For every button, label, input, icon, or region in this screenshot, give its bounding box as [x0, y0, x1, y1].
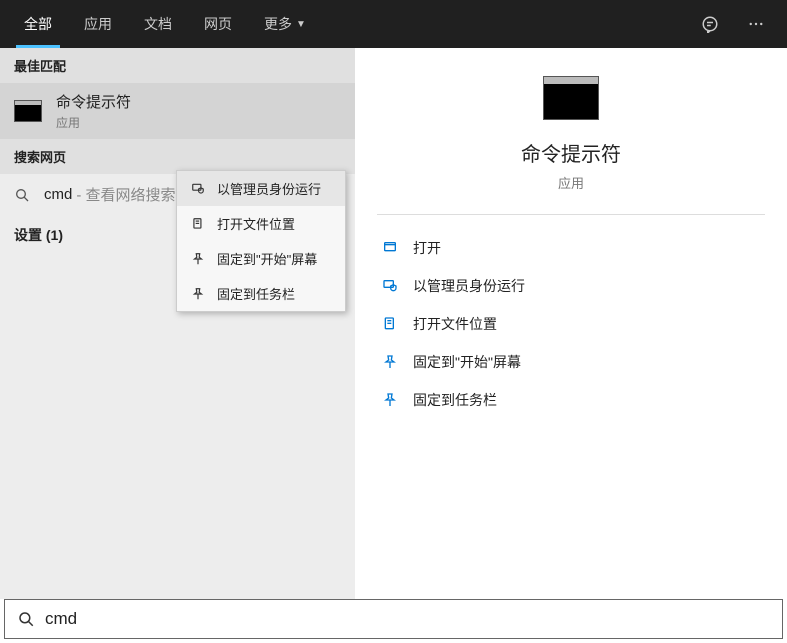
pin-start-icon: [379, 354, 401, 370]
action-run-admin-label: 以管理员身份运行: [413, 276, 525, 296]
detail-header: 命令提示符 应用: [355, 76, 787, 192]
web-hint: - 查看网络搜索结: [76, 184, 190, 205]
feedback-icon[interactable]: [687, 0, 733, 48]
search-bar[interactable]: [4, 599, 783, 639]
cm-pin-start[interactable]: 固定到"开始"屏幕: [177, 241, 345, 276]
top-bar: 全部 应用 文档 网页 更多 ▼: [0, 0, 787, 48]
action-open[interactable]: 打开: [373, 229, 769, 267]
cm-open-location-label: 打开文件位置: [217, 214, 295, 233]
action-pin-taskbar-label: 固定到任务栏: [413, 390, 497, 410]
folder-icon: [189, 217, 207, 231]
detail-panel: 命令提示符 应用 打开 以管理员身份运行 打开文件位置: [355, 48, 787, 599]
detail-title: 命令提示符: [521, 138, 621, 167]
admin-shield-icon: [379, 278, 401, 294]
divider: [377, 214, 765, 215]
section-best-match: 最佳匹配: [0, 48, 355, 83]
detail-subtitle: 应用: [558, 173, 584, 192]
result-subtitle: 应用: [56, 114, 131, 131]
admin-shield-icon: [189, 182, 207, 196]
action-run-admin[interactable]: 以管理员身份运行: [373, 267, 769, 305]
action-pin-taskbar[interactable]: 固定到任务栏: [373, 381, 769, 419]
chevron-down-icon: ▼: [296, 19, 306, 30]
pin-taskbar-icon: [379, 392, 401, 408]
pin-taskbar-icon: [189, 287, 207, 301]
action-open-label: 打开: [413, 238, 441, 258]
cm-run-admin[interactable]: 以管理员身份运行: [177, 171, 345, 206]
detail-actions: 打开 以管理员身份运行 打开文件位置 固定到"开始"屏幕: [355, 225, 787, 423]
open-icon: [379, 240, 401, 256]
tab-all[interactable]: 全部: [8, 0, 68, 48]
action-open-location-label: 打开文件位置: [413, 314, 497, 334]
pin-start-icon: [189, 252, 207, 266]
web-query: cmd: [44, 186, 72, 203]
cm-pin-taskbar-label: 固定到任务栏: [217, 284, 295, 303]
cm-pin-start-label: 固定到"开始"屏幕: [217, 249, 317, 268]
folder-icon: [379, 316, 401, 332]
tab-apps[interactable]: 应用: [68, 0, 128, 48]
result-cmd[interactable]: 命令提示符 应用: [0, 83, 355, 139]
section-search-web: 搜索网页: [0, 139, 355, 174]
search-icon: [17, 610, 35, 628]
context-menu: 以管理员身份运行 打开文件位置 固定到"开始"屏幕 固定到任务栏: [176, 170, 346, 312]
results-panel: 最佳匹配 命令提示符 应用 搜索网页 cmd - 查看网络搜索结 设置 (1) …: [0, 48, 355, 599]
cm-pin-taskbar[interactable]: 固定到任务栏: [177, 276, 345, 311]
search-input[interactable]: [45, 609, 770, 629]
result-title: 命令提示符: [56, 91, 131, 112]
action-pin-start-label: 固定到"开始"屏幕: [413, 352, 521, 372]
more-options-icon[interactable]: [733, 0, 779, 48]
detail-app-icon: [543, 76, 599, 120]
cmd-icon: [14, 100, 42, 122]
tab-more[interactable]: 更多 ▼: [248, 0, 322, 48]
action-pin-start[interactable]: 固定到"开始"屏幕: [373, 343, 769, 381]
cm-run-admin-label: 以管理员身份运行: [217, 179, 321, 198]
tab-web[interactable]: 网页: [188, 0, 248, 48]
cm-open-location[interactable]: 打开文件位置: [177, 206, 345, 241]
tab-more-label: 更多: [264, 14, 292, 34]
tab-docs[interactable]: 文档: [128, 0, 188, 48]
action-open-location[interactable]: 打开文件位置: [373, 305, 769, 343]
search-icon: [14, 187, 30, 203]
search-tabs: 全部 应用 文档 网页 更多 ▼: [8, 0, 322, 48]
